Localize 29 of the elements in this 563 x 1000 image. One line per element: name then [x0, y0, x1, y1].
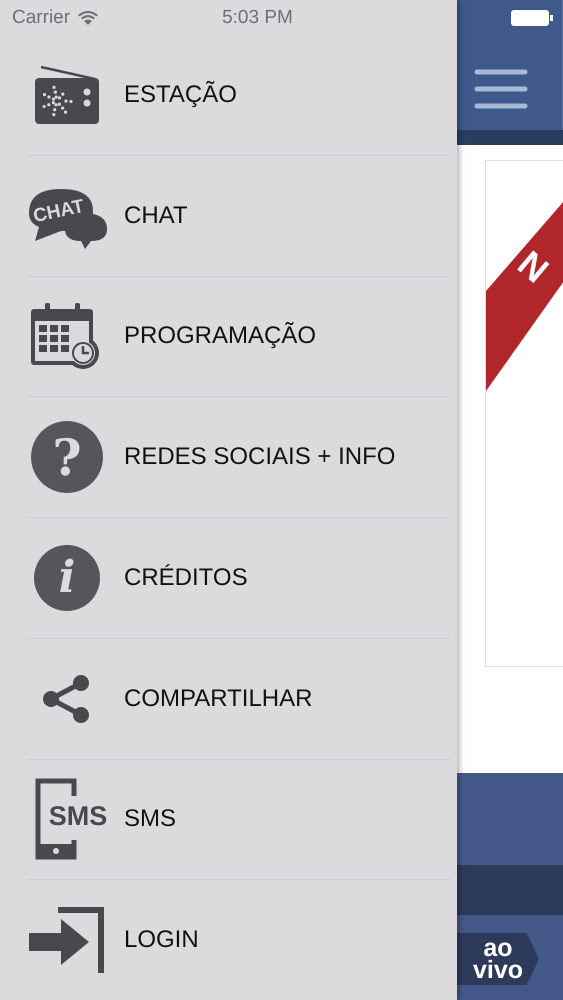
menu-item-label: CRÉDITOS [124, 564, 248, 592]
carrier-name: Carrier [12, 7, 70, 29]
menu-item-label: LOGIN [124, 926, 199, 954]
menu-item[interactable]: ? REDES SOCIAIS + INFO [24, 417, 404, 498]
battery-icon [511, 9, 553, 27]
menu-item[interactable]: SMS SMS [24, 774, 184, 864]
menu-item-label: ESTAÇÃO [124, 80, 237, 109]
menu-item[interactable]: PROGRAMAÇÃO [24, 299, 324, 374]
menu-item-label: CHAT [124, 202, 188, 230]
wifi-icon [78, 11, 98, 25]
info-icon: i [34, 544, 100, 611]
menu-item[interactable]: i CRÉDITOS [24, 540, 256, 615]
status-time: 5:03 PM [222, 7, 293, 29]
menu-item[interactable]: CHAT CHAT [24, 178, 196, 253]
login-arrow-icon [29, 907, 105, 974]
menu-icon[interactable] [474, 68, 528, 110]
menu-item[interactable]: ESTAÇÃO [24, 60, 245, 129]
menu-item-label: SMS [124, 805, 176, 834]
menu-item-label: PROGRAMAÇÃO [124, 322, 316, 350]
banner-text: N [511, 244, 555, 290]
radio-icon [33, 64, 101, 125]
menu-item[interactable]: LOGIN [24, 903, 207, 978]
menu-item[interactable]: COMPARTILHAR [24, 670, 320, 728]
help-icon: ? [31, 421, 103, 494]
menu-item-label: COMPARTILHAR [124, 684, 312, 713]
menu-item-label: REDES SOCIAIS + INFO [124, 443, 396, 472]
live-text: ao [483, 937, 513, 959]
live-text: vivo [472, 959, 524, 981]
live-badge[interactable]: ao vivo [457, 933, 539, 985]
